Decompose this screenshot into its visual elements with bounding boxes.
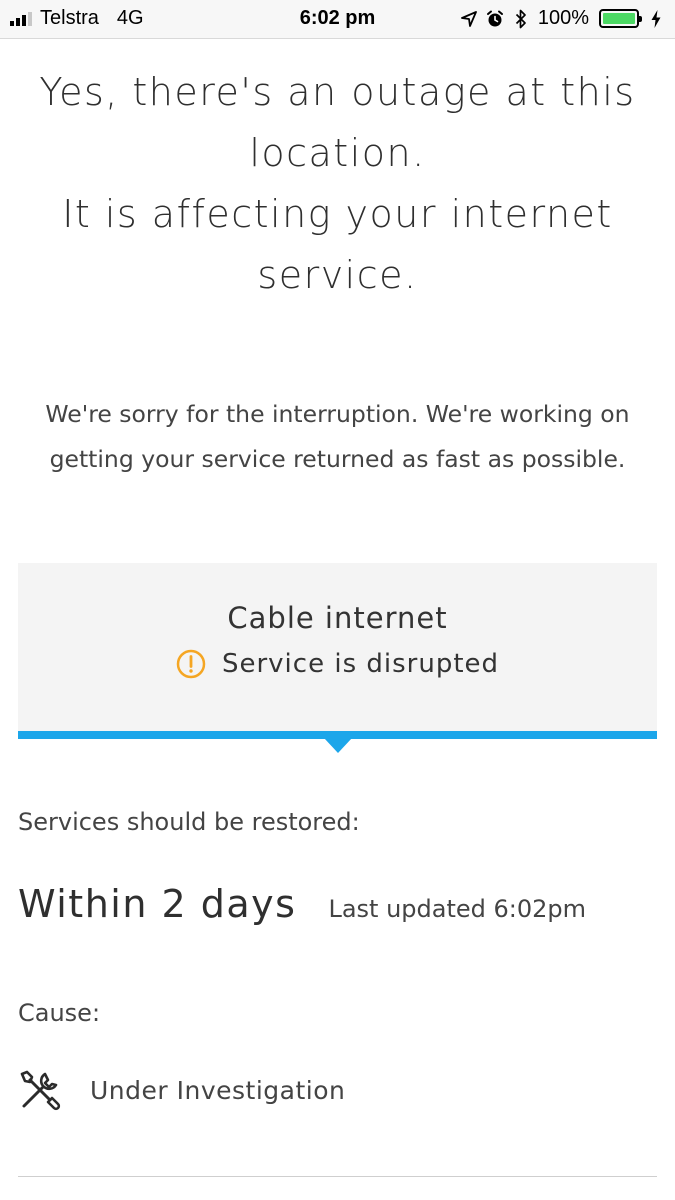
battery-percentage: 100% (537, 7, 589, 29)
charging-bolt-icon (647, 8, 665, 30)
bluetooth-icon (512, 8, 530, 30)
cause-row: Under Investigation (18, 1068, 345, 1112)
apology-line: getting your service returned as fast as… (49, 445, 626, 473)
alarm-clock-icon (486, 8, 504, 30)
last-updated: Last updated 6:02pm (328, 895, 587, 923)
status-bar-right: 100% (460, 7, 665, 30)
service-name: Cable internet (227, 601, 448, 635)
apology-message: We're sorry for the interruption. We're … (10, 392, 665, 482)
warning-icon (176, 649, 206, 679)
service-card-pointer (324, 738, 352, 753)
headline-line: service. (257, 253, 418, 297)
tools-icon (18, 1068, 62, 1112)
cause-label: Cause: (18, 999, 101, 1027)
service-card[interactable]: Cable internet Service is disrupted (18, 563, 657, 731)
restoration-estimate: Within 2 days (18, 882, 297, 926)
location-arrow-icon (460, 8, 478, 30)
outage-headline: Yes, there's an outage at this location.… (20, 62, 655, 306)
headline-line: Yes, there's an outage at this (39, 70, 636, 114)
headline-line: location. (249, 131, 426, 175)
service-status: Service is disrupted (18, 649, 657, 679)
restoration-row: Within 2 days Last updated 6:02pm (18, 882, 586, 926)
service-status-text: Service is disrupted (221, 649, 500, 679)
restoration-label: Services should be restored: (18, 808, 360, 836)
apology-line: We're sorry for the interruption. We're … (45, 400, 630, 428)
cause-value: Under Investigation (90, 1075, 346, 1105)
status-bar: Telstra 4G 6:02 pm 100% (0, 0, 675, 39)
battery-fill (603, 13, 635, 24)
divider (18, 1176, 657, 1177)
headline-line: It is affecting your internet (62, 192, 613, 236)
battery-icon (599, 9, 642, 28)
